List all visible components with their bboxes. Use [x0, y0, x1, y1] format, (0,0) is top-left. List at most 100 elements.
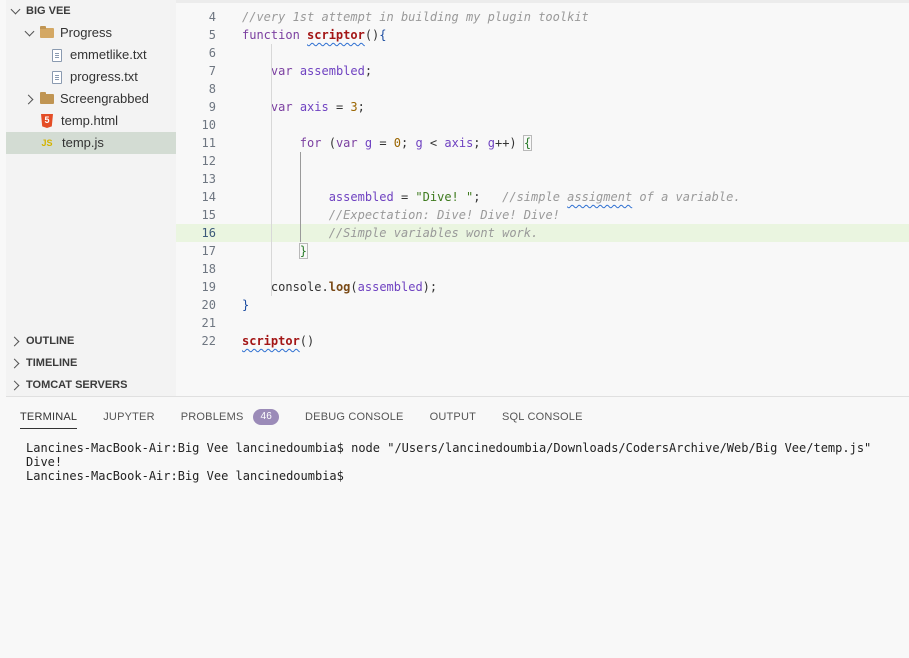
tree-item-screengrabbed-folder[interactable]: Screengrabbed [6, 88, 176, 110]
line-number: 21 [201, 316, 216, 330]
tree-item-label: Screengrabbed [60, 91, 149, 106]
tab-label: PROBLEMS [180, 411, 244, 423]
chevron-down-icon [10, 5, 22, 17]
section-tomcat-servers[interactable]: TOMCAT SERVERS [6, 374, 176, 396]
code-text: } [242, 298, 250, 312]
tree-item-label: temp.js [62, 135, 104, 150]
terminal-output[interactable]: Lancines-MacBook-Air:Big Vee lancinedoum… [26, 441, 871, 483]
line-number: 10 [201, 118, 216, 132]
code-line[interactable]: 22 scriptor() [176, 332, 909, 350]
line-number: 8 [208, 82, 216, 96]
line-number: 12 [201, 154, 216, 168]
section-label: TOMCAT SERVERS [26, 379, 128, 391]
chevron-right-icon [10, 335, 22, 347]
chevron-right-icon [10, 357, 22, 369]
chevron-down-icon [24, 27, 36, 39]
tree-item-label: Progress [60, 25, 113, 40]
line-number: 16 [201, 226, 216, 240]
line-number: 7 [208, 64, 216, 78]
folder-icon [40, 92, 54, 104]
tab-terminal[interactable]: TERMINAL [20, 405, 78, 429]
code-line[interactable]: 21 [176, 314, 909, 332]
code-line[interactable]: 6 [176, 44, 909, 62]
tree-item-progress-folder[interactable]: Progress [6, 22, 176, 44]
code-line[interactable]: 11 for (var g = 0; g < axis; g++) { [176, 134, 909, 152]
tree-item-label: emmetlike.txt [70, 47, 147, 62]
sidebar-bottom-sections: OUTLINE TIMELINE TOMCAT SERVERS [6, 330, 176, 396]
html5-icon: 5 [41, 114, 53, 128]
tab-label: JUPYTER [103, 411, 155, 423]
code-text: //very 1st attempt in building my plugin… [242, 10, 589, 24]
line-number: 4 [208, 10, 216, 24]
line-number: 11 [201, 136, 216, 150]
terminal-line: Dive! [26, 455, 63, 469]
terminal-line: Lancines-MacBook-Air:Big Vee lancinedoum… [26, 469, 352, 483]
section-outline[interactable]: OUTLINE [6, 330, 176, 352]
code-text: var axis = 3; [270, 100, 365, 114]
indent-guide [270, 44, 272, 296]
editor-top-border [176, 0, 909, 3]
bottom-panel: TERMINAL JUPYTER PROBLEMS 46 DEBUG CONSO… [6, 396, 909, 658]
tab-problems[interactable]: PROBLEMS 46 [180, 405, 280, 429]
code-text: var assembled; [270, 64, 373, 78]
section-label: TIMELINE [26, 357, 78, 369]
code-line[interactable]: 18 [176, 260, 909, 278]
problems-count-badge: 46 [253, 409, 280, 425]
line-number: 18 [201, 262, 216, 276]
panel-tabs: TERMINAL JUPYTER PROBLEMS 46 DEBUG CONSO… [20, 405, 609, 429]
tab-label: SQL CONSOLE [502, 411, 583, 423]
code-line[interactable]: 17 } [176, 242, 909, 260]
explorer-root-header[interactable]: BIG VEE [6, 0, 176, 22]
code-line[interactable]: 10 [176, 116, 909, 134]
tree-item-progress-txt[interactable]: progress.txt [6, 66, 176, 88]
tab-output[interactable]: OUTPUT [430, 405, 476, 429]
code-line[interactable]: 13 [176, 170, 909, 188]
tab-sql-console[interactable]: SQL CONSOLE [502, 405, 583, 429]
code-text: //Expectation: Dive! Dive! Dive! [328, 208, 560, 222]
code-line[interactable]: 7 var assembled; [176, 62, 909, 80]
tree-item-emmetlike[interactable]: emmetlike.txt [6, 44, 176, 66]
chevron-right-icon [24, 93, 36, 105]
line-number: 15 [201, 208, 216, 222]
code-text: assembled = "Dive! "; //simple assigment… [328, 190, 741, 204]
code-line[interactable]: 20} [176, 296, 909, 314]
code-line[interactable]: 8 [176, 80, 909, 98]
terminal-line: Lancines-MacBook-Air:Big Vee lancinedoum… [26, 441, 872, 455]
tab-label: OUTPUT [429, 411, 477, 423]
code-line[interactable]: 14 assembled = "Dive! "; //simple assigm… [176, 188, 909, 206]
code-text: //Simple variables wont work. [328, 226, 539, 240]
explorer-sidebar: BIG VEE Progress emmetlike.txt progress.… [6, 0, 176, 396]
tab-label: TERMINAL [20, 410, 78, 423]
code-editor[interactable]: 4 //very 1st attempt in building my plugi… [176, 0, 909, 396]
line-number: 19 [201, 280, 216, 294]
line-number: 14 [201, 190, 216, 204]
tree-item-temp-js[interactable]: JS temp.js [6, 132, 176, 154]
code-line[interactable]: 12 [176, 152, 909, 170]
section-timeline[interactable]: TIMELINE [6, 352, 176, 374]
section-label: OUTLINE [26, 335, 75, 347]
code-text: } [298, 243, 309, 259]
code-line[interactable]: 9 var axis = 3; [176, 98, 909, 116]
line-number: 13 [201, 172, 216, 186]
code-text: function scriptor(){ [242, 28, 387, 42]
javascript-icon: JS [41, 138, 53, 148]
tab-jupyter[interactable]: JUPYTER [103, 405, 155, 429]
indent-guide [299, 152, 301, 242]
tree-item-temp-html[interactable]: 5 temp.html [6, 110, 176, 132]
line-number: 22 [201, 334, 216, 348]
code-line[interactable]: 15 //Expectation: Dive! Dive! Dive! [176, 206, 909, 224]
line-number: 6 [208, 46, 216, 60]
chevron-right-icon [10, 379, 22, 391]
folder-open-icon [40, 26, 54, 38]
line-number: 17 [201, 244, 216, 258]
code-line[interactable]: 19 console.log(assembled); [176, 278, 909, 296]
code-line[interactable]: 4 //very 1st attempt in building my plugi… [176, 8, 909, 26]
line-number: 20 [201, 298, 216, 312]
tab-label: DEBUG CONSOLE [305, 411, 404, 423]
code-line[interactable]: 5 function scriptor(){ [176, 26, 909, 44]
text-file-icon [52, 48, 62, 62]
line-number: 5 [208, 28, 216, 42]
text-file-icon [52, 70, 62, 84]
code-line[interactable]: 16 //Simple variables wont work. [176, 224, 909, 242]
tab-debug-console[interactable]: DEBUG CONSOLE [305, 405, 404, 429]
